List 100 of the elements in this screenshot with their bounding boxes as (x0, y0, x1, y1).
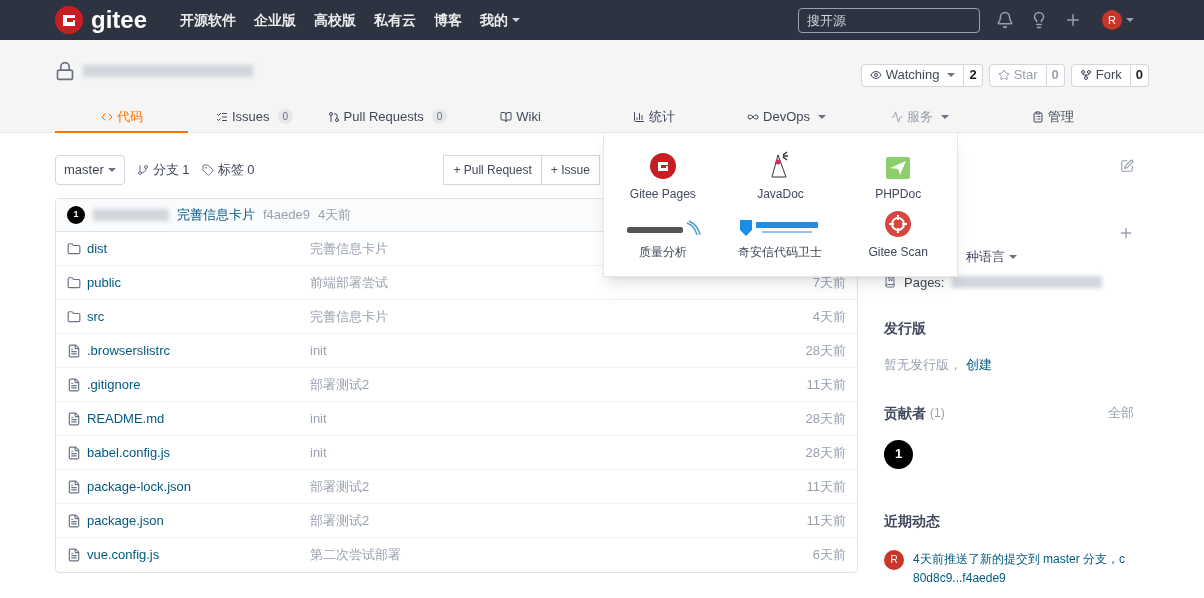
nav-link[interactable]: 博客 (434, 9, 462, 31)
file-name[interactable]: package.json (87, 510, 164, 531)
file-icon (67, 343, 81, 358)
file-name[interactable]: src (87, 306, 105, 327)
activity-text: 4天前推送了新的提交到 master 分支，c (913, 550, 1125, 568)
checklist-icon (215, 110, 228, 123)
pages-icon (884, 276, 896, 289)
file-time: 4天前 (812, 307, 846, 326)
service-menu-item[interactable]: 质量分析 (604, 204, 722, 261)
file-icon (67, 479, 81, 494)
file-icon (67, 548, 81, 562)
create-link[interactable]: 创建 (966, 357, 992, 372)
service-menu-item[interactable]: 奇安信代码卫士 (721, 204, 840, 261)
contributor-avatar[interactable]: 1 (884, 439, 913, 469)
bar-chart-icon (632, 110, 645, 123)
file-time: 28天前 (805, 409, 846, 428)
file-time: 11天前 (806, 477, 846, 496)
pages-label: Pages: (904, 273, 945, 292)
count-badge: 0 (431, 109, 448, 124)
nav-link[interactable]: 开源软件 (180, 9, 236, 31)
service-menu-item[interactable]: Gitee Pages (604, 147, 722, 203)
clipboard-icon (1031, 110, 1044, 123)
fork-icon (1079, 69, 1092, 81)
nav-link[interactable]: 高校版 (314, 9, 356, 31)
file-name[interactable]: public (87, 272, 121, 293)
section-title: 贡献者 (884, 403, 926, 423)
nav-link[interactable]: 私有云 (374, 9, 416, 31)
section-title: 发行版 (884, 319, 927, 338)
caret-icon (947, 73, 956, 77)
tag-count[interactable]: 标签 0 (217, 160, 255, 180)
target-icon (885, 210, 912, 237)
caret-icon (1009, 254, 1017, 259)
branch-select[interactable]: master (55, 155, 125, 185)
count-label: 0 (1130, 63, 1149, 87)
file-name[interactable]: .browserslistrc (87, 340, 171, 361)
pull-request-icon (327, 110, 340, 123)
brand-name[interactable]: gitee (91, 2, 147, 38)
folder-icon (67, 309, 81, 324)
commit-message[interactable]: 完善信息卡片 (177, 205, 255, 225)
bell-icon[interactable] (996, 11, 1014, 29)
nav-link[interactable]: 我的 (480, 9, 520, 31)
search-field[interactable]: 搜开源 (798, 7, 980, 33)
file-time: 11天前 (806, 511, 846, 530)
repo-tab[interactable]: Issues 0 (188, 102, 321, 133)
paper-plane-icon (886, 157, 911, 179)
repo-tab[interactable]: 管理 (986, 102, 1119, 133)
user-avatar: R (884, 549, 904, 570)
service-menu-item[interactable]: JavaDoc (721, 147, 840, 203)
plus-icon[interactable] (1064, 11, 1082, 29)
branch-count[interactable]: 分支 1 (152, 160, 190, 180)
new-item-button[interactable]: + Issue (540, 155, 600, 185)
pulse-icon (890, 110, 903, 123)
user-avatar[interactable]: R (1102, 10, 1122, 30)
avatar: 1 (67, 206, 85, 224)
caret-icon (1126, 18, 1134, 22)
file-name[interactable]: babel.config.js (87, 442, 171, 463)
repo-tab[interactable]: Pull Requests 0 (321, 102, 454, 133)
sonar-logo-icon (624, 218, 701, 237)
file-name[interactable]: vue.config.js (87, 545, 160, 565)
folder-icon (67, 275, 81, 290)
folder-icon (67, 241, 81, 256)
logo-icon (649, 153, 676, 179)
service-menu-item[interactable]: Gitee Scan (839, 204, 957, 261)
count-label: 0 (1046, 63, 1065, 87)
edit-icon[interactable] (1120, 159, 1134, 173)
logo-icon (55, 6, 83, 34)
contributor-count: (1) (930, 405, 945, 422)
commit-range-link[interactable]: 80d8c9...f4aede9 (913, 570, 1006, 585)
section-title: 近期动态 (884, 511, 941, 531)
count-badge: 0 (277, 109, 294, 124)
nav-link[interactable]: 企业版 (254, 9, 296, 31)
new-item-button[interactable]: + Pull Request (443, 155, 542, 185)
book-icon (500, 110, 513, 123)
file-name[interactable]: .gitignore (87, 374, 141, 395)
caret-icon (512, 18, 520, 22)
file-time: 7天前 (812, 273, 846, 292)
file-icon (67, 513, 81, 528)
commit-time: 4天前 (318, 206, 352, 225)
file-time: 6天前 (812, 546, 846, 565)
service-menu-item[interactable]: PHPDoc (839, 147, 957, 203)
file-time: 28天前 (805, 443, 846, 462)
file-time: 11天前 (806, 375, 846, 394)
repo-action-button[interactable]: Fork (1070, 63, 1131, 87)
file-icon (67, 377, 81, 392)
repo-tab[interactable]: 统计 (587, 102, 720, 133)
caret-icon (107, 168, 116, 172)
file-icon (67, 445, 81, 460)
repo-tab[interactable]: Wiki (454, 102, 587, 133)
count-label: 2 (964, 63, 983, 87)
language-label[interactable]: 种语言 (966, 247, 1005, 267)
repo-tab[interactable]: DevOps (720, 102, 853, 133)
caret-icon (818, 114, 826, 119)
repo-action-button[interactable]: Watching (860, 63, 965, 87)
file-name[interactable]: README.md (87, 408, 165, 429)
branch-icon (136, 164, 149, 176)
file-name[interactable]: dist (87, 238, 108, 259)
empty-text: 暂无发行版， (884, 357, 962, 372)
plus-icon[interactable] (1118, 225, 1134, 241)
file-name[interactable]: package-lock.json (87, 476, 192, 497)
caret-icon (940, 114, 949, 119)
